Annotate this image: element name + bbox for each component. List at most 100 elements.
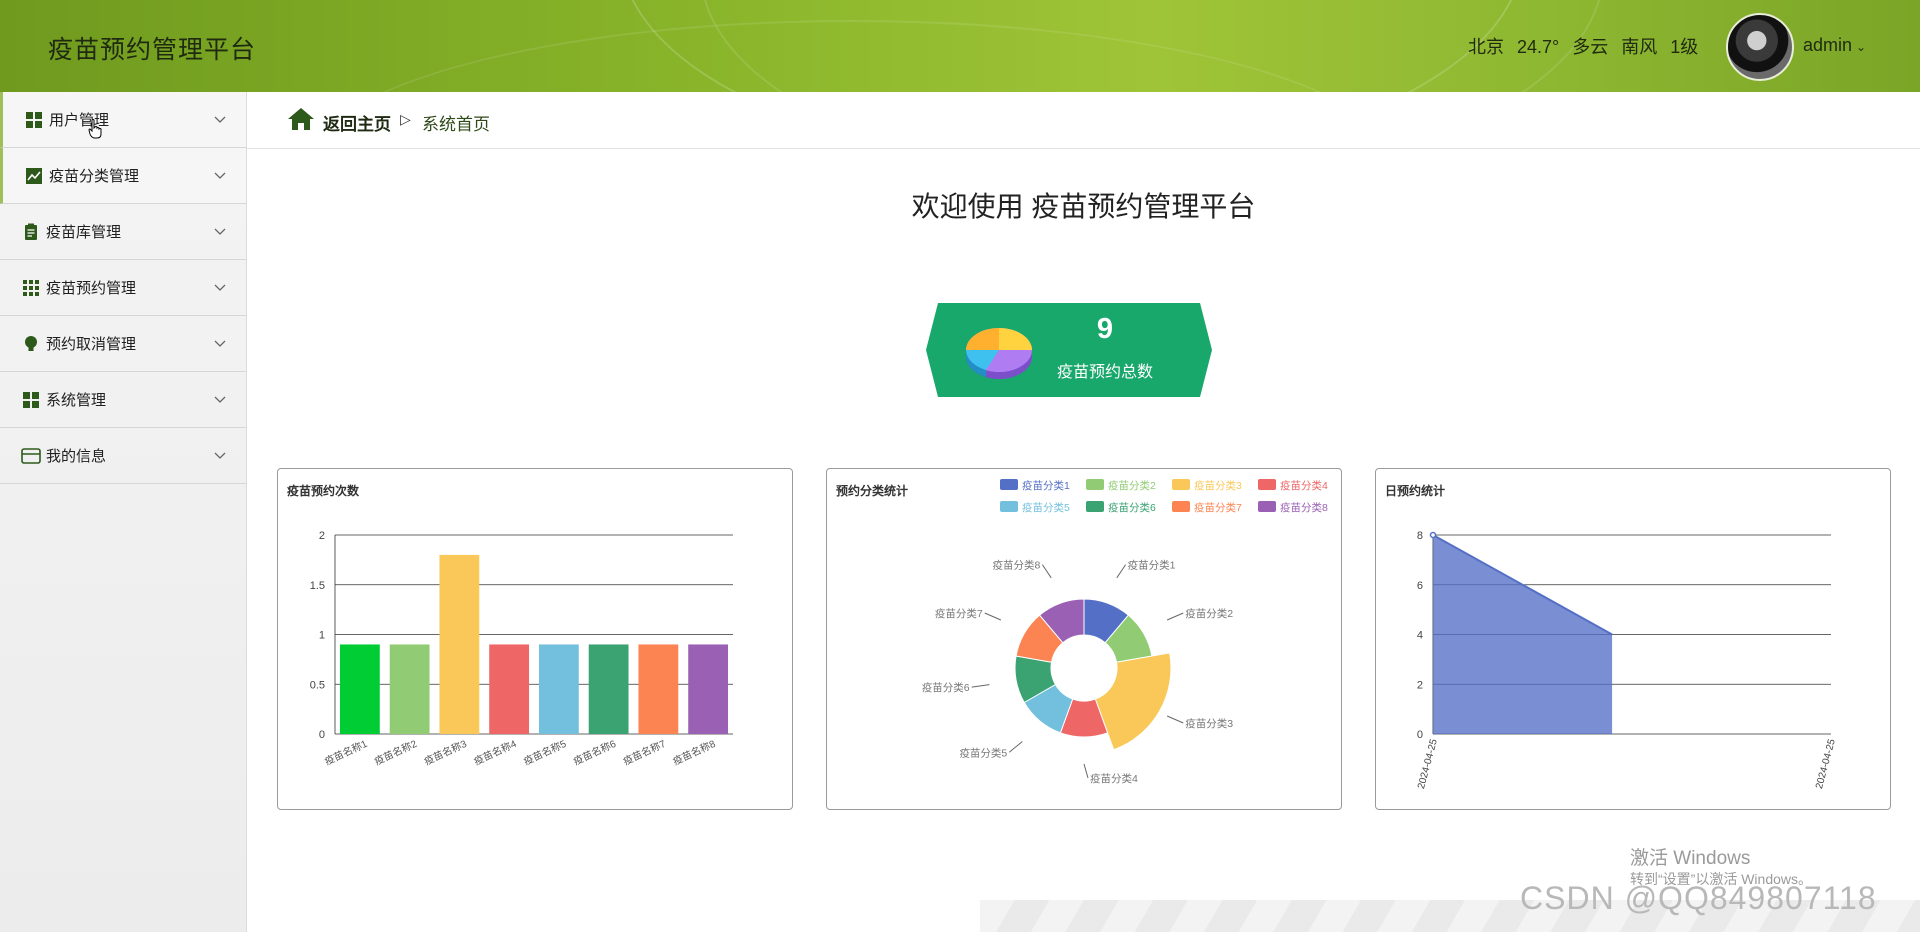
y-tick-label: 0 xyxy=(1417,729,1423,741)
stat-label: 疫苗预约总数 xyxy=(1056,364,1153,381)
sidebar-item-system[interactable]: 系统管理 xyxy=(0,372,246,428)
x-tick-label: 疫苗名称5 xyxy=(521,737,568,768)
y-tick-label: 1 xyxy=(319,630,325,642)
weather-wind: 南风 xyxy=(1621,37,1658,57)
label-leader-line xyxy=(1116,564,1127,579)
legend-label: 疫苗分类8 xyxy=(1280,501,1328,514)
sidebar-item-vaccine-library[interactable]: 疫苗库管理 xyxy=(0,204,246,260)
bulb-icon xyxy=(21,334,41,354)
bar xyxy=(688,644,729,734)
sidebar-item-vaccine-category[interactable]: 疫苗分类管理 xyxy=(0,148,246,204)
stat-value: 9 xyxy=(1096,313,1114,345)
bar xyxy=(489,644,530,734)
bar xyxy=(588,644,629,734)
stat-card-total-bookings[interactable]: 9 疫苗预约总数 xyxy=(926,303,1212,397)
slice-label: 疫苗分类5 xyxy=(959,746,1007,759)
data-point xyxy=(1429,531,1437,539)
user-menu[interactable]: admin ⌄ xyxy=(1803,35,1866,56)
chart-panel-category-stats: 预约分类统计 疫苗分类1 疫苗分类2 疫苗分类3 疫苗分类4 疫苗分类5 疫苗分类6 疫苗分… xyxy=(826,468,1342,810)
weather-widget: 北京 24.7° 多云 南风 1级 xyxy=(1468,33,1706,59)
pie-chart-icon xyxy=(966,328,1032,379)
chevron-down-icon: ⌄ xyxy=(1856,40,1867,54)
weather-temp: 24.7° xyxy=(1517,37,1560,57)
slice-label: 疫苗分类6 xyxy=(922,681,970,694)
sidebar-item-my-info[interactable]: 我的信息 xyxy=(0,428,246,484)
back-home-link[interactable]: 返回主页 xyxy=(323,110,391,135)
x-tick-label: 疫苗名称4 xyxy=(472,737,519,768)
label-leader-line xyxy=(971,684,990,688)
hand-cursor-icon xyxy=(88,119,102,139)
bar xyxy=(339,644,380,734)
weather-level: 1级 xyxy=(1670,37,1699,57)
chevron-down-icon xyxy=(214,279,226,297)
legend-label: 疫苗分类6 xyxy=(1108,501,1156,514)
bar xyxy=(439,554,480,734)
sidebar-item-label: 疫苗分类管理 xyxy=(49,168,140,185)
sidebar: 用户管理 疫苗分类管理 疫苗库管理 疫苗预约管理 预约取消管理 系统管理 我的信… xyxy=(0,92,247,932)
legend-label: 疫苗分类2 xyxy=(1108,479,1156,492)
chart-panel-daily-stats: 日预约统计 0 2 4 6 8 2024-04-25 2024-04-25 xyxy=(1375,468,1891,810)
chevron-down-icon xyxy=(214,167,226,185)
x-tick-label: 疫苗名称1 xyxy=(322,737,369,768)
legend-label: 疫苗分类4 xyxy=(1280,479,1328,492)
card-icon xyxy=(21,446,41,466)
y-tick-label: 1.5 xyxy=(310,580,325,592)
y-tick-label: 2 xyxy=(1417,679,1423,691)
legend-swatch xyxy=(1000,501,1018,512)
legend-label: 疫苗分类7 xyxy=(1194,501,1242,514)
y-tick-label: 6 xyxy=(1417,580,1423,592)
y-tick-label: 8 xyxy=(1417,530,1423,542)
legend-swatch xyxy=(1172,501,1190,512)
avatar[interactable] xyxy=(1726,13,1794,81)
label-leader-line xyxy=(984,612,1002,621)
legend-swatch xyxy=(1000,479,1018,490)
breadcrumb: 返回主页 ▷ 系统首页 xyxy=(247,92,1920,149)
legend-swatch xyxy=(1258,501,1276,512)
grid-icon xyxy=(24,110,44,130)
home-icon[interactable] xyxy=(287,106,315,132)
grid-icon xyxy=(21,390,41,410)
bar xyxy=(638,644,679,734)
sidebar-item-label: 疫苗预约管理 xyxy=(46,280,137,297)
legend-swatch xyxy=(1172,479,1190,490)
sidebar-item-label: 系统管理 xyxy=(46,392,107,409)
x-tick-label: 疫苗名称7 xyxy=(621,737,668,768)
legend-label: 疫苗分类1 xyxy=(1022,479,1070,492)
breadcrumb-separator: ▷ xyxy=(400,111,411,127)
chevron-down-icon xyxy=(214,111,226,129)
sidebar-item-label: 疫苗库管理 xyxy=(46,224,122,241)
x-tick-label: 疫苗名称8 xyxy=(671,737,718,768)
legend-swatch xyxy=(1086,501,1104,512)
csdn-watermark: CSDN @QQ849807118 xyxy=(1520,880,1877,916)
slice-label: 疫苗分类7 xyxy=(935,607,983,620)
label-leader-line xyxy=(1166,612,1184,621)
rose-pie-chart: 疫苗分类1 疫苗分类2 疫苗分类3 疫苗分类4 疫苗分类5 疫苗分类6 疫苗分类7 疫苗分类8… xyxy=(922,479,1328,785)
chevron-down-icon xyxy=(214,335,226,353)
area-chart: 0 2 4 6 8 2024-04-25 2024-04-25 xyxy=(1416,530,1838,791)
x-tick-label: 疫苗名称3 xyxy=(422,737,469,768)
x-tick-label: 疫苗名称2 xyxy=(372,737,419,768)
windows-activation-watermark: 激活 Windows xyxy=(1630,848,1751,869)
sidebar-item-vaccine-booking[interactable]: 疫苗预约管理 xyxy=(0,260,246,316)
x-tick-label: 2024-04-25 xyxy=(1814,738,1838,791)
sidebar-item-booking-cancel[interactable]: 预约取消管理 xyxy=(0,316,246,372)
weather-city: 北京 xyxy=(1468,37,1504,57)
sidebar-item-user-management[interactable]: 用户管理 xyxy=(0,92,246,148)
slice-label: 疫苗分类1 xyxy=(1128,559,1176,572)
label-leader-line xyxy=(1008,741,1023,753)
legend-label: 疫苗分类5 xyxy=(1022,501,1070,514)
label-leader-line xyxy=(1041,564,1052,579)
chart-panel-booking-count: 疫苗预约次数 0 0.5 1 1.5 2 疫苗名称1 疫苗名称2 疫苗名称3 疫苗名称4 疫苗名称… xyxy=(277,468,793,810)
slice-label: 疫苗分类4 xyxy=(1090,772,1138,785)
app-header: 疫苗预约管理平台 北京 24.7° 多云 南风 1级 admin ⌄ xyxy=(0,0,1920,92)
bar xyxy=(389,644,430,734)
bar xyxy=(538,644,579,734)
legend-label: 疫苗分类3 xyxy=(1194,479,1242,492)
slice-label: 疫苗分类8 xyxy=(993,559,1041,572)
y-tick-label: 0.5 xyxy=(310,679,325,691)
sidebar-item-label: 我的信息 xyxy=(46,448,107,465)
x-tick-label: 2024-04-25 xyxy=(1416,738,1440,791)
y-tick-label: 0 xyxy=(319,729,325,741)
chevron-down-icon xyxy=(214,223,226,241)
breadcrumb-current: 系统首页 xyxy=(422,115,490,134)
